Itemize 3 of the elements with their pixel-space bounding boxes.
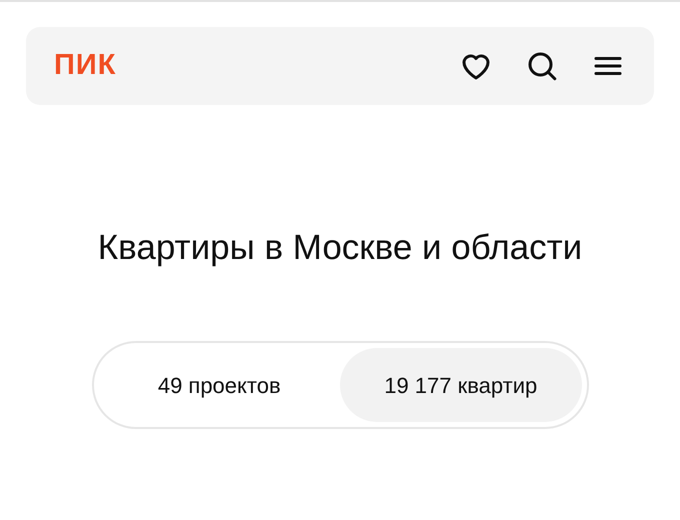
- segment-tab[interactable]: 19 177 квартир: [340, 348, 582, 422]
- segment-tab[interactable]: 49 проектов: [98, 348, 340, 422]
- page-title: Квартиры в Москве и области: [96, 227, 584, 269]
